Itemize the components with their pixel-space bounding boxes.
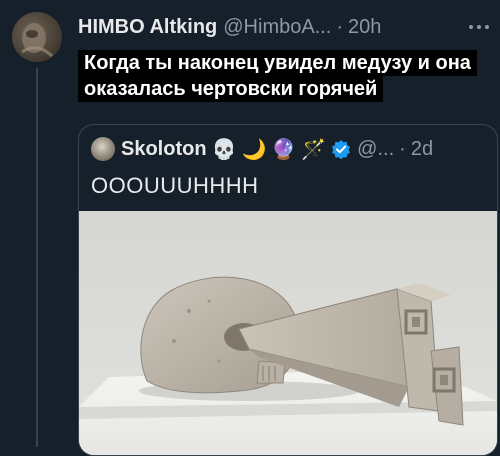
tweet-time[interactable]: 20h	[348, 16, 381, 39]
quoted-header-separator: ·	[399, 137, 406, 160]
quoted-tweet-header: Skoloton 💀 🌙 🔮 🪄 @... · 2d	[91, 135, 487, 163]
more-options-icon[interactable]	[468, 16, 490, 38]
caption-text: Когда ты наконец увидел медузу и она ока…	[78, 50, 477, 102]
header-separator: ·	[336, 15, 344, 38]
skull-emoji: 💀	[211, 138, 237, 161]
author-avatar[interactable]	[12, 12, 62, 62]
quoted-tweet-text: OOOUUUHHHH	[91, 173, 259, 198]
author-name[interactable]: HIMBO Altking	[78, 16, 217, 39]
author-handle[interactable]: @HimboA...	[223, 16, 331, 39]
quoted-media-image[interactable]	[79, 211, 497, 455]
crescent-moon-emoji: 🌙	[241, 138, 267, 161]
crystal-ball-emoji: 🔮	[271, 138, 297, 161]
tweet-text: Когда ты наконец увидел медузу и она ока…	[78, 50, 490, 102]
quoted-author-handle[interactable]: @...	[357, 138, 394, 161]
magic-wand-emoji: 🪄	[301, 138, 327, 161]
quoted-author-name[interactable]: Skoloton	[121, 138, 207, 161]
skull-sculpture-image	[79, 276, 497, 455]
thread-line	[36, 68, 38, 447]
verified-badge-icon	[331, 139, 351, 159]
tweet-header: HIMBO Altking @HimboA... · 20h	[78, 12, 488, 42]
quoted-tweet-time[interactable]: 2d	[411, 138, 433, 161]
avatar-image	[21, 23, 54, 58]
quoted-tweet[interactable]: Skoloton 💀 🌙 🔮 🪄 @... · 2d OOOUUUHHHH	[78, 124, 498, 456]
quoted-author-avatar[interactable]	[91, 137, 115, 161]
